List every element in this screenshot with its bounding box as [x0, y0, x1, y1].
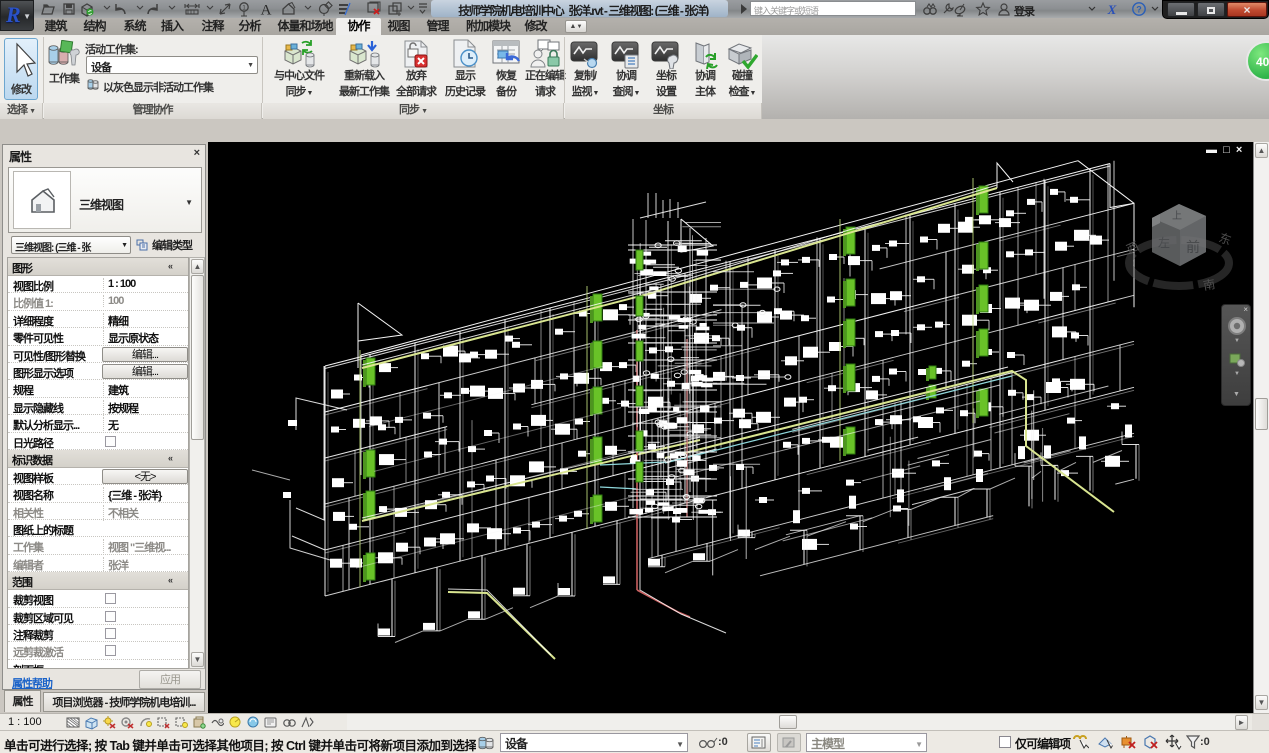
- svg-text:?: ?: [1136, 5, 1142, 15]
- svg-text:左: 左: [1158, 235, 1170, 250]
- svg-text:南: 南: [1202, 276, 1216, 293]
- svg-text:上: 上: [1172, 210, 1182, 222]
- svg-text:X: X: [1107, 2, 1117, 17]
- svg-text:前: 前: [1186, 239, 1200, 255]
- svg-text:西: 西: [1124, 239, 1141, 257]
